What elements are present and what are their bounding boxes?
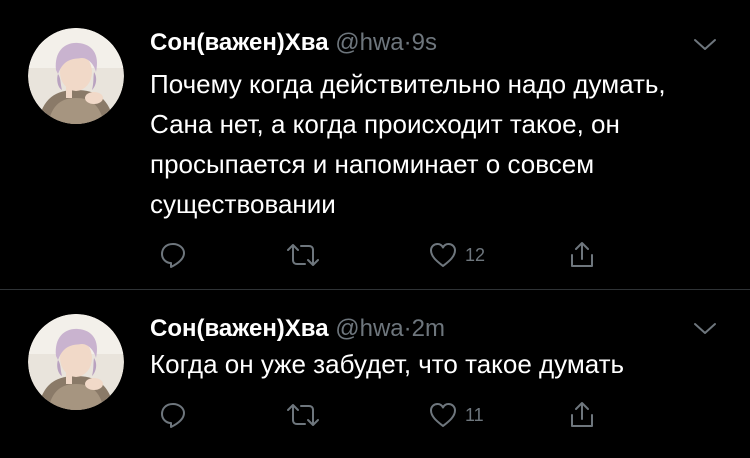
user-handle[interactable]: @hwa <box>335 315 403 342</box>
separator-dot: · <box>403 29 412 56</box>
reply-icon <box>158 240 188 270</box>
like-count: 12 <box>465 244 486 265</box>
tweet-feed: Сон(важен)Хва @hwa·9s Почему когда дейст… <box>0 0 750 458</box>
timestamp[interactable]: 2m <box>412 315 445 342</box>
share-icon <box>567 240 597 270</box>
tweet-header: Сон(важен)Хва @hwa·2m <box>150 314 445 344</box>
like-count: 11 <box>465 404 484 425</box>
share-button[interactable] <box>567 398 597 432</box>
tweet-header: Сон(важен)Хва @hwa·9s <box>150 28 437 58</box>
reply-button[interactable] <box>158 238 188 272</box>
retweet-icon <box>285 400 321 430</box>
retweet-button[interactable] <box>285 398 321 432</box>
chevron-down-icon[interactable] <box>692 320 718 338</box>
separator-dot: · <box>403 315 412 342</box>
avatar[interactable] <box>28 28 124 124</box>
tweet[interactable]: Сон(важен)Хва @hwa·9s Почему когда дейст… <box>0 0 750 289</box>
tweet[interactable]: Сон(важен)Хва @hwa·2m Когда он уже забуд… <box>0 290 750 458</box>
user-handle[interactable]: @hwa <box>335 29 403 56</box>
like-icon <box>428 400 458 430</box>
chevron-down-icon[interactable] <box>692 36 718 54</box>
tweet-actions: 12 <box>150 238 620 272</box>
display-name[interactable]: Сон(важен)Хва <box>150 315 329 342</box>
like-icon <box>428 240 458 270</box>
share-icon <box>567 400 597 430</box>
retweet-icon <box>285 240 321 270</box>
like-button[interactable]: 11 <box>428 398 484 432</box>
tweet-actions: 11 <box>150 398 620 432</box>
share-button[interactable] <box>567 238 597 272</box>
tweet-text: Когда он уже забудет, что такое думать <box>150 349 625 379</box>
timestamp[interactable]: 9s <box>412 29 437 56</box>
like-button[interactable]: 12 <box>428 238 485 272</box>
retweet-button[interactable] <box>285 238 321 272</box>
reply-button[interactable] <box>158 398 188 432</box>
display-name[interactable]: Сон(важен)Хва <box>150 29 329 56</box>
avatar[interactable] <box>28 314 124 410</box>
tweet-text: Почему когда действительно надо думать, … <box>150 69 666 219</box>
reply-icon <box>158 400 188 430</box>
